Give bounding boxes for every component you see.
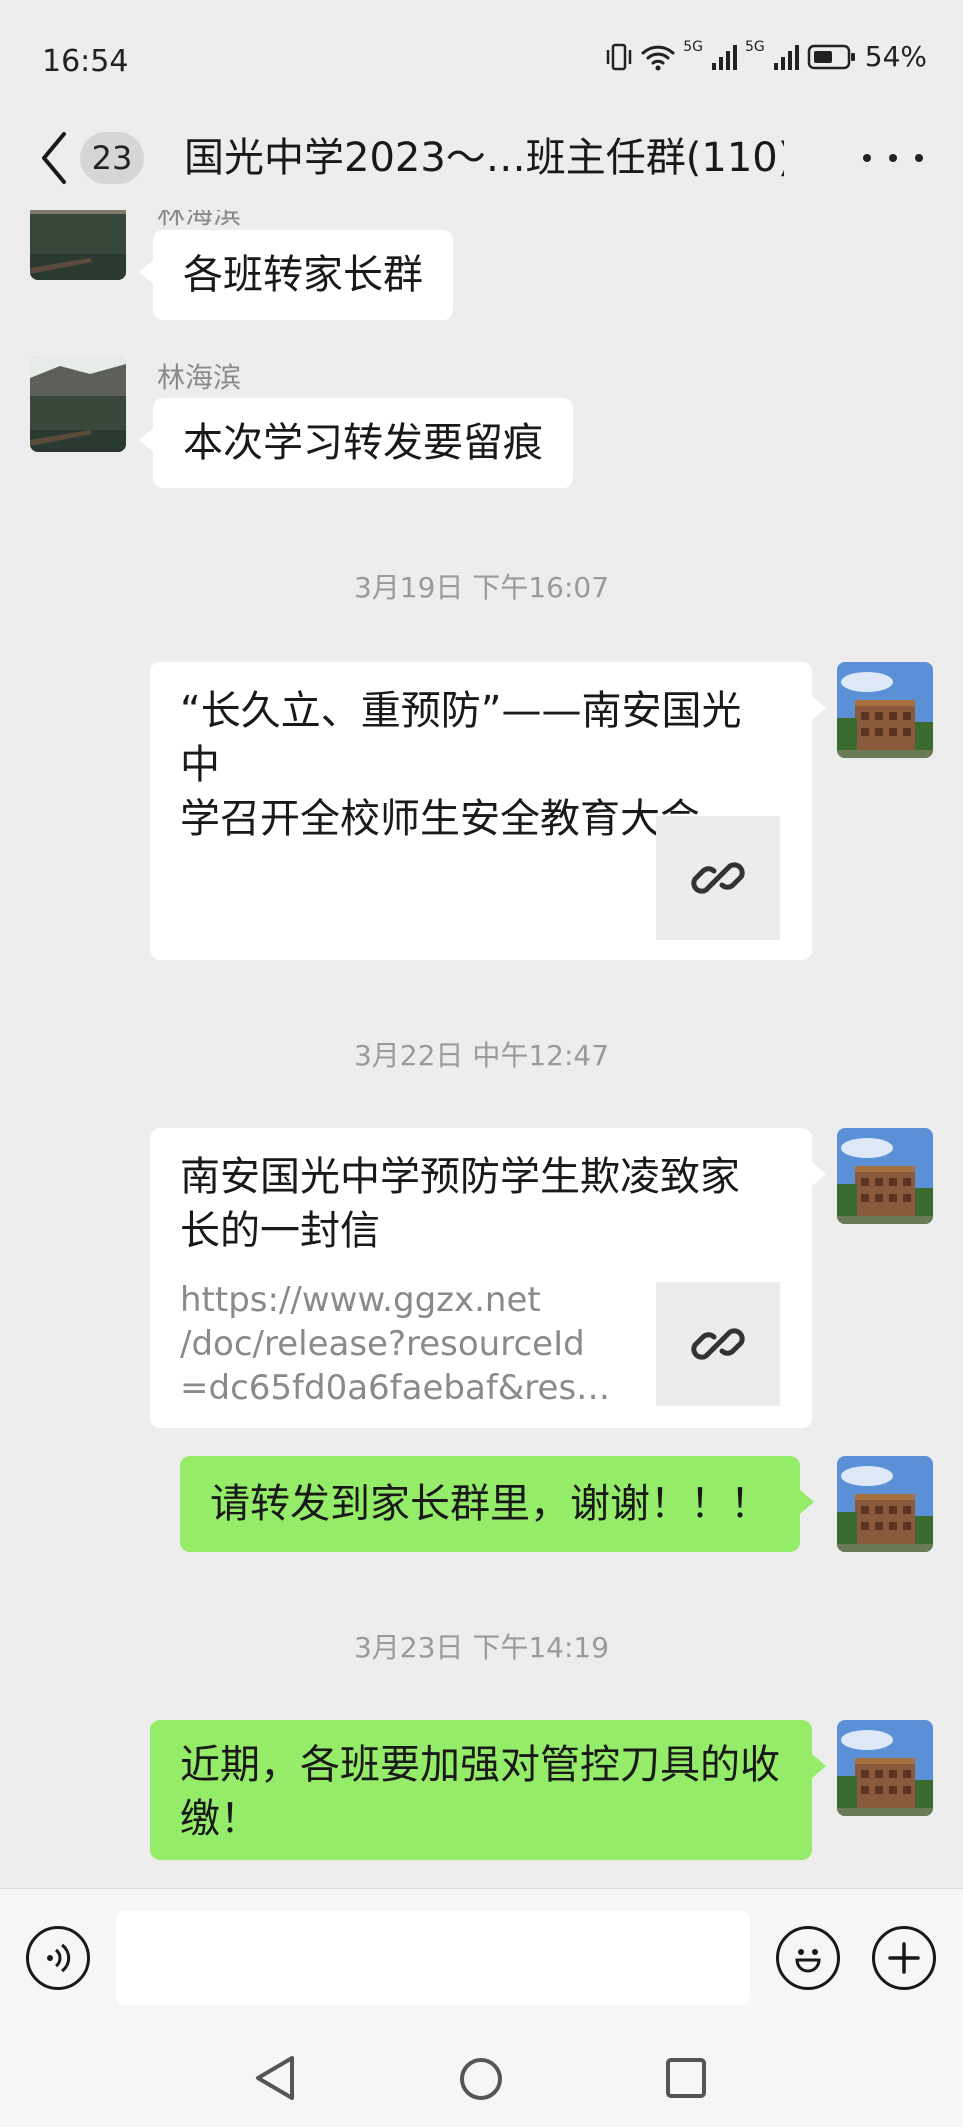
avatar[interactable] <box>30 356 126 452</box>
link-card-url: =dc65fd0a6faebaf&resourc… <box>180 1368 630 1408</box>
link-card-title: 南安国光中学预防学生欺凌致家 长的一封信 <box>180 1154 740 1254</box>
status-time: 16:54 <box>42 44 129 79</box>
status-icons: 5G 5G 54% <box>605 38 927 73</box>
message-input[interactable] <box>116 1911 750 2005</box>
signal-icon <box>773 44 799 70</box>
network-label-1: 5G <box>683 38 703 55</box>
sender-name: 林海滨 <box>157 210 242 230</box>
network-label-2: 5G <box>745 38 765 55</box>
link-card[interactable]: 南安国光中学预防学生欺凌致家 长的一封信 https://www.ggzx.ne… <box>150 1128 826 1428</box>
avatar[interactable] <box>837 1128 933 1224</box>
voice-icon[interactable] <box>26 1926 90 1990</box>
link-card-url: /doc/release?resourceId <box>180 1324 585 1364</box>
nav-recents-icon[interactable] <box>664 2056 708 2100</box>
vibrate-icon <box>606 43 632 70</box>
message-bubble[interactable]: 近期，各班要加强对管控刀具的收 缴！ <box>150 1720 826 1860</box>
message-text-line: 缴！ <box>180 1796 260 1842</box>
avatar[interactable] <box>30 210 126 280</box>
avatar[interactable] <box>837 662 933 758</box>
battery-icon <box>807 44 855 69</box>
link-card-url: https://www.ggzx.net <box>180 1280 541 1320</box>
system-nav-bar <box>0 2026 963 2127</box>
chat-title[interactable]: 国光中学2023～…班主任群(110) <box>184 126 784 190</box>
message-text-line: 近期，各班要加强对管控刀具的收 <box>180 1742 780 1788</box>
nav-home-icon[interactable] <box>458 2056 504 2102</box>
message-timestamp: 3月23日 下午14:19 <box>353 1631 610 1664</box>
plus-icon[interactable] <box>872 1926 936 1990</box>
avatar[interactable] <box>837 1720 933 1816</box>
link-chain-icon <box>656 816 780 940</box>
sender-name: 林海滨 <box>157 361 242 394</box>
wifi-icon <box>641 45 675 70</box>
message-bubble[interactable]: 各班转家长群 <box>139 230 453 320</box>
nav-back-icon[interactable] <box>252 2054 298 2102</box>
message-list[interactable]: 林海滨 各班转家长群 林海滨 本次学习转发要留痕 3月19日 下午16:07 “… <box>0 210 963 1888</box>
message-bubble[interactable]: 请转发到家长群里，谢谢！！！ <box>180 1456 814 1552</box>
battery-percent: 54% <box>864 40 927 73</box>
link-chain-icon <box>656 1282 780 1406</box>
unread-count-badge[interactable]: 23 <box>80 132 144 184</box>
avatar[interactable] <box>837 1456 933 1552</box>
emoji-icon[interactable] <box>776 1926 840 1990</box>
message-bubble[interactable]: 本次学习转发要留痕 <box>139 398 573 488</box>
more-dots-icon[interactable] <box>863 142 923 174</box>
link-card[interactable]: “长久立、重预防”——南安国光中 学召开全校师生安全教育大会 <box>150 662 826 960</box>
input-bar <box>0 1888 963 2026</box>
message-timestamp: 3月22日 中午12:47 <box>353 1039 610 1072</box>
status-bar: 16:54 5G 5G 54% <box>0 0 963 120</box>
chevron-left-icon[interactable] <box>38 130 68 186</box>
message-timestamp: 3月19日 下午16:07 <box>353 571 610 604</box>
signal-icon <box>712 44 737 70</box>
chat-header: 23 国光中学2023～…班主任群(110) <box>0 110 963 210</box>
